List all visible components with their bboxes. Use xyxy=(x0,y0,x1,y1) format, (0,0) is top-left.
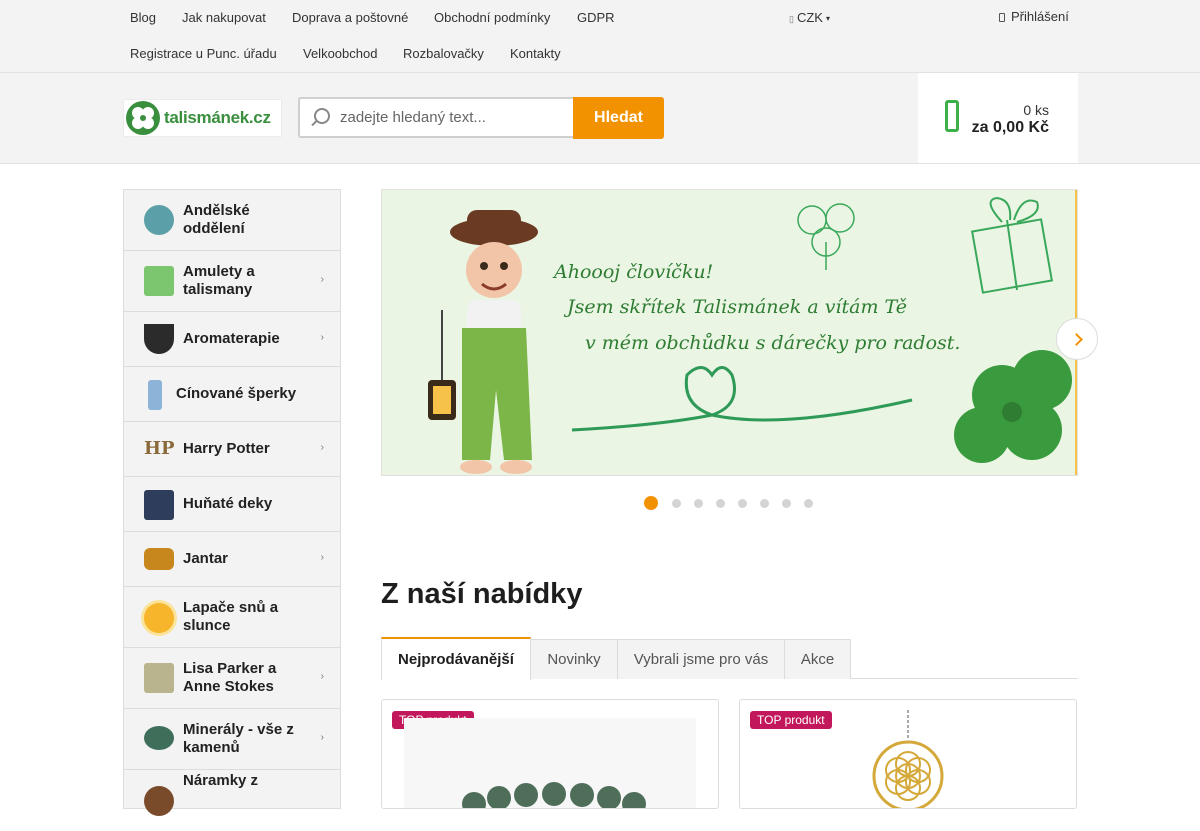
banner-line-2: Jsem skřítek Talismánek a vítám Tě xyxy=(563,296,907,318)
category-label: Náramky z xyxy=(183,772,259,789)
category-sidebar: Andělské oddělení Amulety a talismany › Ar… xyxy=(123,189,341,816)
lisa-parker-logo-icon xyxy=(144,663,174,693)
offer-tabs: Nejprodávanější Novinky Vybrali jsme pro… xyxy=(381,637,1078,680)
nav-link-gdpr[interactable]: GDPR xyxy=(564,9,628,27)
banner-line-3: v mém obchůdku s dárečky pro radost. xyxy=(585,332,960,354)
header: talismánek.cz Hledat 0 ks za 0,00 Kč xyxy=(0,73,1200,164)
category-item-minerals[interactable]: Minerály - vše z kamenů › xyxy=(124,709,340,770)
top-product-badge: TOP produkt xyxy=(750,711,832,729)
pewter-jewelry-icon xyxy=(148,380,162,410)
category-label: Aromaterapie xyxy=(183,330,280,347)
category-label: Lisa Parker a Anne Stokes xyxy=(183,660,277,695)
currency-label: CZK xyxy=(796,10,823,25)
search-input[interactable] xyxy=(340,109,565,126)
tab-bestsellers[interactable]: Nejprodávanější xyxy=(381,637,531,680)
search-box xyxy=(298,97,574,138)
harry-potter-logo-icon: HP xyxy=(144,438,175,459)
category-item-fluffy-blankets[interactable]: Huňaté deky xyxy=(124,477,340,532)
chevron-right-icon: › xyxy=(320,274,324,285)
nav-link-contacts[interactable]: Kontakty xyxy=(497,45,574,63)
carousel-dot[interactable] xyxy=(644,496,658,510)
carousel-dot[interactable] xyxy=(782,499,791,508)
category-item-bracelets[interactable]: Náramky z xyxy=(124,770,340,831)
hero-banner[interactable]: Ahoooj človíčku! Jsem skřítek Talismánek… xyxy=(381,189,1078,476)
section-title: Z naší nabídky xyxy=(381,578,583,610)
amber-bracelet-icon xyxy=(144,548,174,570)
cart-quantity: 0 ks xyxy=(1023,102,1049,118)
category-label: Harry Potter xyxy=(183,440,270,457)
chevron-down-icon: ▾ xyxy=(825,14,830,23)
carousel-dot[interactable] xyxy=(672,499,681,508)
category-label: Jantar xyxy=(183,550,229,567)
nav-link-terms[interactable]: Obchodní podmínky xyxy=(421,9,563,27)
bracelet-icon xyxy=(144,786,174,816)
aroma-lamp-icon xyxy=(144,324,174,354)
banner-illustration: Ahoooj človíčku! Jsem skřítek Talismánek… xyxy=(382,190,1077,475)
carousel-dot[interactable] xyxy=(738,499,747,508)
nav-link-registration[interactable]: Registrace u Punc. úřadu xyxy=(117,45,290,63)
category-item-angels[interactable]: Andělské oddělení xyxy=(124,190,340,251)
currency-icon: ▯ xyxy=(789,14,794,24)
category-label: Andělské oddělení xyxy=(183,202,250,237)
product-image xyxy=(850,710,970,808)
category-item-amber[interactable]: Jantar › xyxy=(124,532,340,587)
tab-sale[interactable]: Akce xyxy=(784,639,851,679)
product-card[interactable]: TOP produkt xyxy=(739,699,1077,809)
top-bar: Blog Jak nakupovat Doprava a poštovné Ob… xyxy=(0,0,1200,73)
category-item-amulets[interactable]: Amulety a talismany › xyxy=(124,251,340,312)
carousel-dot[interactable] xyxy=(760,499,769,508)
angel-icon xyxy=(144,205,174,235)
nav-link-wholesale[interactable]: Velkoobchod xyxy=(290,45,390,63)
login-link[interactable]: Přihlášení xyxy=(999,8,1069,26)
site-logo[interactable]: talismánek.cz xyxy=(123,99,282,137)
carousel-dot[interactable] xyxy=(716,499,725,508)
category-item-lisa-parker[interactable]: Lisa Parker a Anne Stokes › xyxy=(124,648,340,709)
cart-total: za 0,00 Kč xyxy=(971,119,1049,136)
category-item-pewter-jewelry[interactable]: Cínované šperky xyxy=(124,367,340,422)
carousel-next-button[interactable] xyxy=(1056,318,1098,360)
search-button[interactable]: Hledat xyxy=(573,97,664,139)
carousel-dot[interactable] xyxy=(694,499,703,508)
logo-text: talismánek.cz xyxy=(164,108,271,127)
tab-new[interactable]: Novinky xyxy=(530,639,618,679)
category-label: Lapače snů a slunce xyxy=(183,599,279,634)
lock-icon xyxy=(999,13,1005,22)
category-item-harry-potter[interactable]: HP Harry Potter › xyxy=(124,422,340,477)
geode-icon xyxy=(144,726,174,750)
chevron-right-icon: › xyxy=(320,671,324,682)
currency-selector[interactable]: ▯ CZK ▾ xyxy=(789,9,830,28)
category-label: Amulety a talismany xyxy=(183,263,255,298)
nav-link-how-to-buy[interactable]: Jak nakupovat xyxy=(169,9,279,27)
product-card[interactable]: TOP produkt xyxy=(381,699,719,809)
chevron-right-icon: › xyxy=(320,442,324,453)
search-icon xyxy=(300,99,340,136)
clover-icon xyxy=(144,266,174,296)
nav-link-unboxing[interactable]: Rozbalovačky xyxy=(390,45,497,63)
category-item-aromatherapy[interactable]: Aromaterapie › xyxy=(124,312,340,367)
cart-summary[interactable]: 0 ks za 0,00 Kč xyxy=(918,73,1078,163)
category-label: Minerály - vše z kamenů xyxy=(183,721,294,756)
banner-line-1: Ahoooj človíčku! xyxy=(552,261,713,283)
chevron-right-icon: › xyxy=(320,332,324,343)
category-label: Cínované šperky xyxy=(176,385,297,402)
cart-icon xyxy=(945,100,959,132)
chevron-right-icon: › xyxy=(320,552,324,563)
category-item-dreamcatchers[interactable]: Lapače snů a slunce xyxy=(124,587,340,648)
tab-picked-for-you[interactable]: Vybrali jsme pro vás xyxy=(617,639,785,679)
blanket-icon xyxy=(144,490,174,520)
login-label: Přihlášení xyxy=(1011,9,1069,24)
carousel-dot[interactable] xyxy=(804,499,813,508)
category-label: Huňaté deky xyxy=(183,495,273,512)
product-image xyxy=(404,718,696,808)
nav-link-blog[interactable]: Blog xyxy=(117,9,169,27)
nav-link-shipping[interactable]: Doprava a poštovné xyxy=(279,9,421,27)
clover-logo-icon xyxy=(126,101,160,135)
flower-of-life-pendant-image xyxy=(872,710,944,808)
bead-bracelet-image xyxy=(462,782,646,808)
sun-icon xyxy=(144,603,174,633)
chevron-right-icon: › xyxy=(320,732,324,743)
